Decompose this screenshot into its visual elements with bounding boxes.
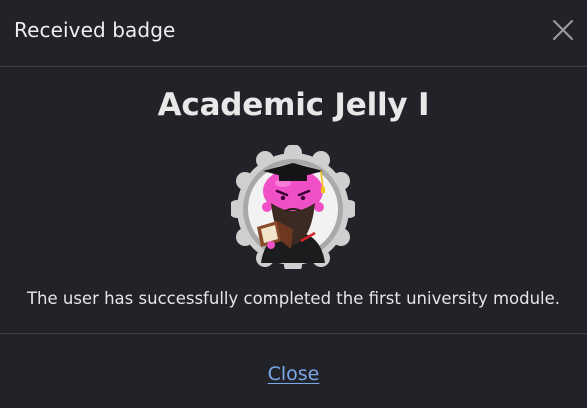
dialog-title: Received badge xyxy=(14,18,176,42)
dialog-body: Academic Jelly I The user has successful… xyxy=(0,67,587,334)
received-badge-dialog: Received badge Academic Jelly I The user… xyxy=(0,0,587,408)
badge-academic-jelly-image xyxy=(231,145,355,269)
close-icon[interactable] xyxy=(552,19,574,41)
close-link-wrapper: Close xyxy=(0,363,587,385)
close-link[interactable]: Close xyxy=(268,363,320,385)
dialog-footer: Close xyxy=(0,334,587,408)
dialog-header: Received badge xyxy=(0,0,587,67)
badge-name: Academic Jelly I xyxy=(157,87,430,123)
badge-description: The user has successfully completed the … xyxy=(26,289,561,308)
